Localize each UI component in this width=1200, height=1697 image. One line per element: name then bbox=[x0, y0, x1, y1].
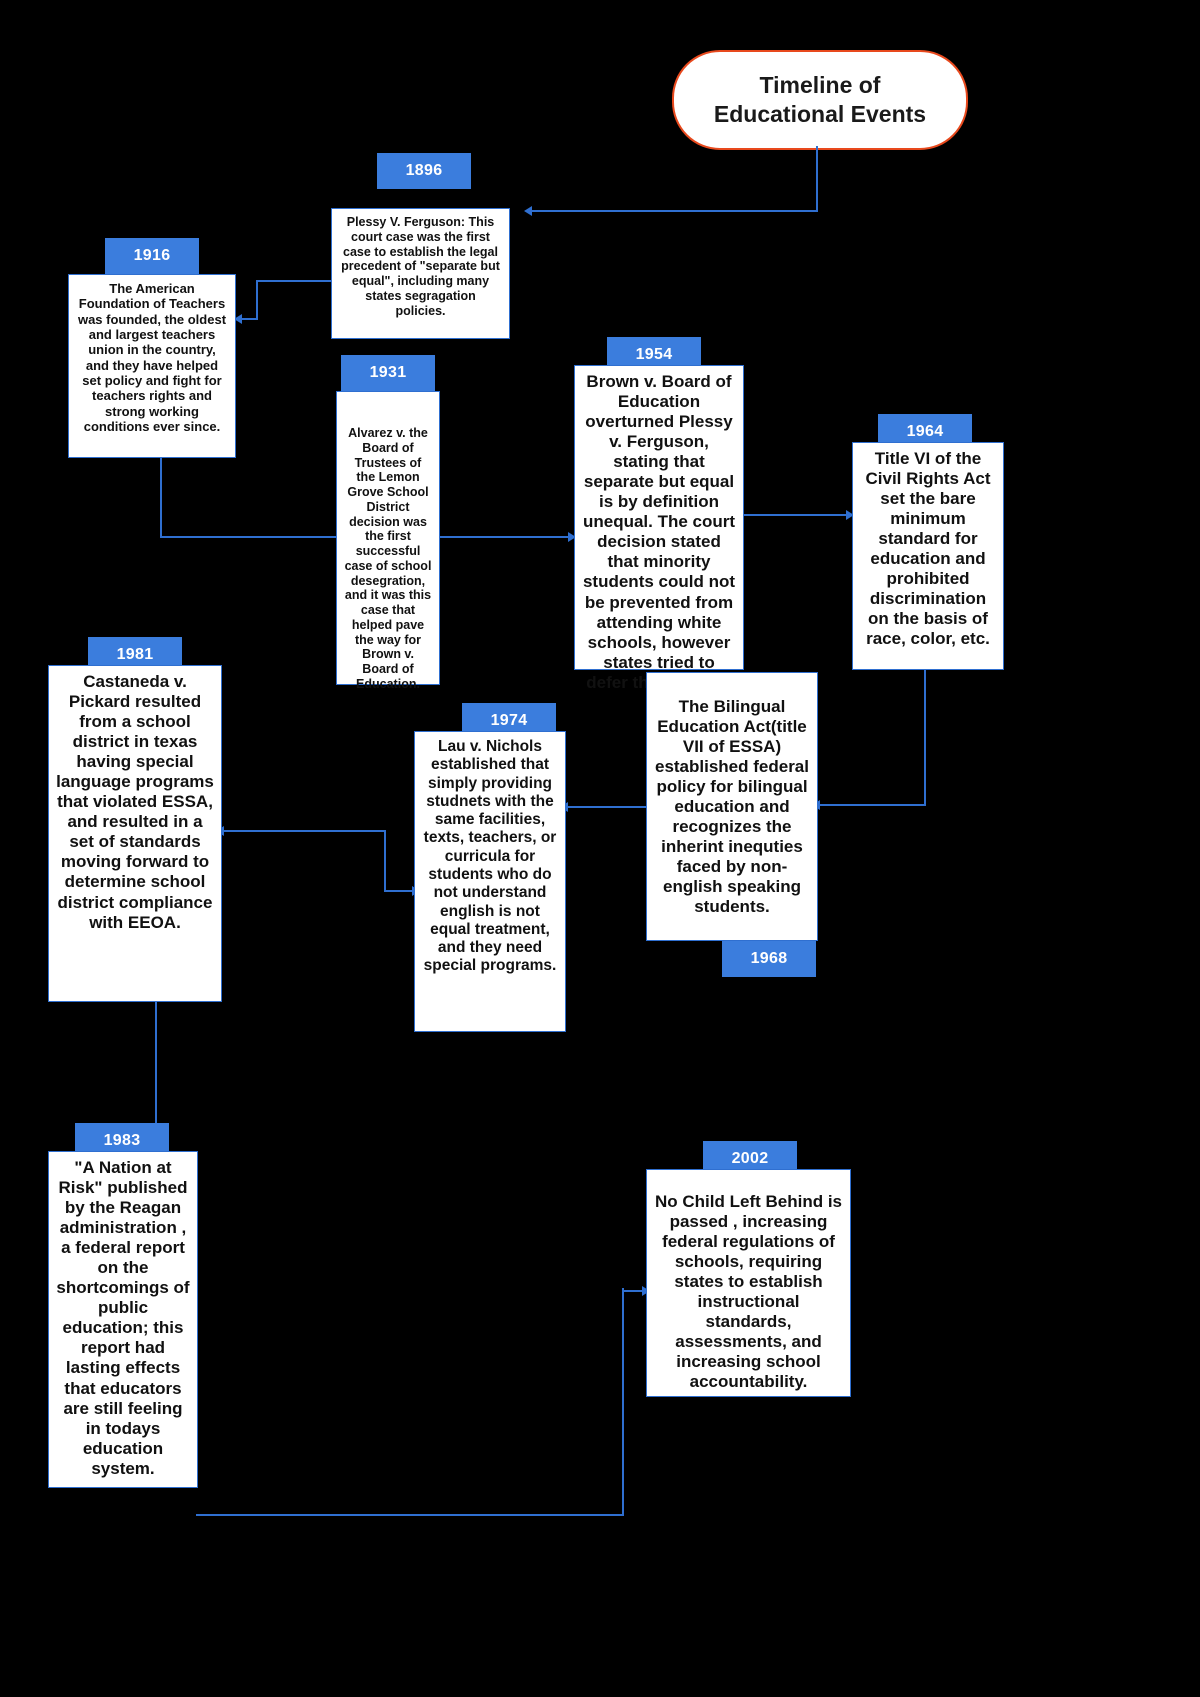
event-box-1968[interactable]: The Bilingual Education Act(title VII of… bbox=[646, 672, 818, 941]
year-chip-1931[interactable]: 1931 bbox=[341, 355, 435, 391]
connector-title-1896-v bbox=[816, 146, 818, 211]
year-label: 1916 bbox=[133, 247, 171, 264]
connector-1964-1968-v bbox=[924, 670, 926, 806]
event-box-2002[interactable]: No Child Left Behind is passed , increas… bbox=[646, 1169, 851, 1397]
year-label: 1964 bbox=[906, 423, 944, 440]
event-text: No Child Left Behind is passed , increas… bbox=[655, 1192, 842, 1392]
connector-1964-1968-h bbox=[818, 804, 926, 806]
connector-title-1896-h bbox=[530, 210, 818, 212]
event-box-1931[interactable]: Alvarez v. the Board of Trustees of the … bbox=[336, 391, 440, 691]
year-label: 1974 bbox=[490, 712, 528, 729]
diagram-title-line1: Timeline of bbox=[759, 72, 881, 99]
year-chip-1916[interactable]: 1916 bbox=[105, 238, 199, 274]
connector-1983-2002-v bbox=[622, 1288, 624, 1516]
event-text: The American Foundation of Teachers was … bbox=[77, 281, 227, 434]
year-label: 1968 bbox=[750, 950, 788, 967]
connector-1896-1916-v bbox=[256, 280, 258, 320]
event-text: Plessy V. Ferguson: This court case was … bbox=[341, 215, 500, 318]
year-label: 1896 bbox=[405, 162, 443, 179]
connector-1974-1981-h1 bbox=[222, 830, 384, 832]
event-text: "A Nation at Risk" published by the Reag… bbox=[56, 1158, 190, 1478]
year-chip-1896[interactable]: 1896 bbox=[377, 153, 471, 189]
connector-1968-1974-h bbox=[566, 806, 648, 808]
event-box-1964[interactable]: Title VI of the Civil Rights Act set the… bbox=[852, 442, 1004, 670]
event-text: Title VI of the Civil Rights Act set the… bbox=[865, 449, 991, 649]
year-chip-1968[interactable]: 1968 bbox=[722, 941, 816, 977]
event-box-1983[interactable]: "A Nation at Risk" published by the Reag… bbox=[48, 1151, 198, 1488]
event-box-1974[interactable]: Lau v. Nichols established that simply p… bbox=[414, 731, 566, 1032]
event-text: The Bilingual Education Act(title VII of… bbox=[654, 697, 809, 917]
event-text: Brown v. Board of Education overturned P… bbox=[582, 372, 736, 692]
year-label: 1981 bbox=[116, 646, 154, 663]
year-label: 2002 bbox=[731, 1150, 769, 1167]
connector-1974-1981-v bbox=[384, 830, 386, 892]
year-label: 1954 bbox=[635, 346, 673, 363]
event-box-1916[interactable]: The American Foundation of Teachers was … bbox=[68, 274, 236, 458]
connector-1916-1931-v bbox=[160, 458, 162, 538]
diagram-title: Timeline of Educational Events bbox=[672, 50, 968, 150]
connector-1916-1931-h bbox=[160, 536, 338, 538]
connector-1931-1954-h bbox=[440, 536, 574, 538]
connector-1983-2002-h1 bbox=[196, 1514, 624, 1516]
year-label: 1983 bbox=[103, 1132, 141, 1149]
diagram-title-line2: Educational Events bbox=[713, 101, 927, 127]
year-label: 1931 bbox=[369, 364, 407, 381]
event-text: Alvarez v. the Board of Trustees of the … bbox=[344, 426, 432, 691]
event-box-1954[interactable]: Brown v. Board of Education overturned P… bbox=[574, 365, 744, 692]
event-box-1896[interactable]: Plessy V. Ferguson: This court case was … bbox=[331, 208, 510, 339]
event-text: Lau v. Nichols established that simply p… bbox=[423, 738, 557, 975]
event-box-1981[interactable]: Castaneda v. Pickard resulted from a sch… bbox=[48, 665, 222, 1002]
connector-1896-1916-h2 bbox=[240, 318, 258, 320]
connector-arrow-1896 bbox=[524, 206, 532, 216]
connector-1981-1983-v bbox=[155, 1002, 157, 1140]
timeline-canvas: Timeline of Educational Events 1896 Ples… bbox=[0, 0, 1200, 1697]
connector-1954-1964-h bbox=[744, 514, 852, 516]
event-text: Castaneda v. Pickard resulted from a sch… bbox=[56, 672, 214, 932]
